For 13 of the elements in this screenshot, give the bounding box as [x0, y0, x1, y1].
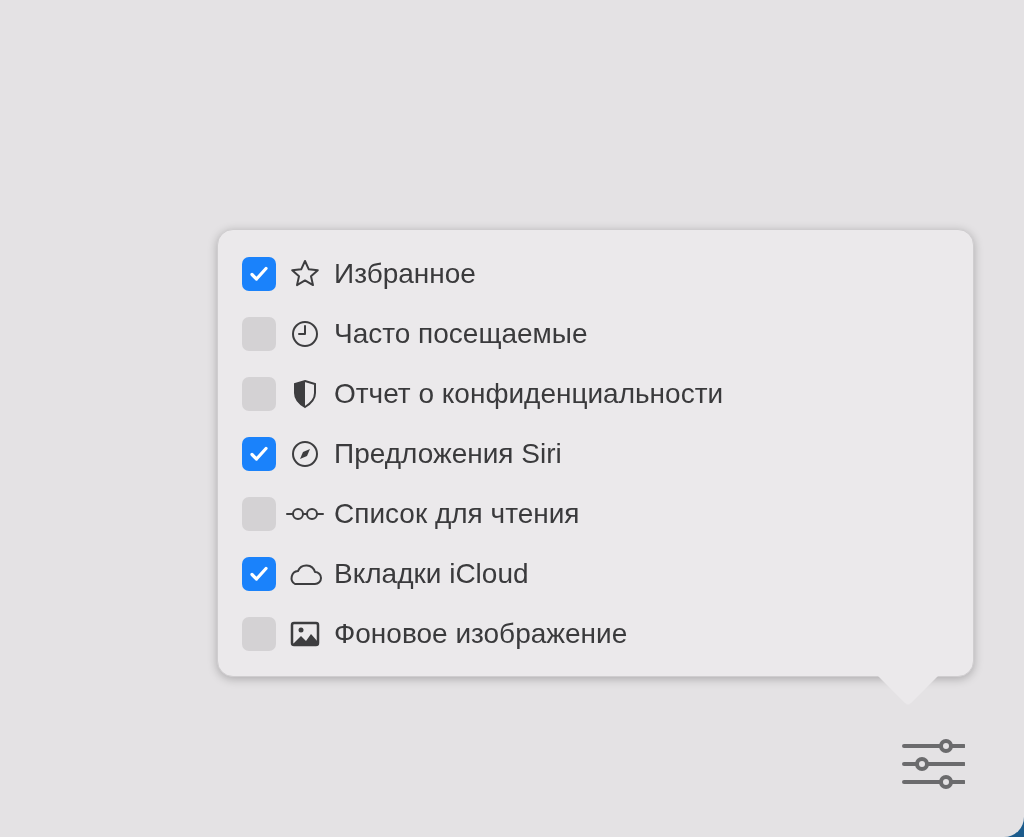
sliders-icon — [901, 739, 965, 789]
item-label[interactable]: Отчет о конфиденциальности — [334, 373, 724, 415]
checkbox[interactable] — [242, 437, 276, 471]
item-label[interactable]: Предложения Siri — [334, 433, 562, 475]
compass-icon — [289, 438, 321, 470]
item-label[interactable]: Избранное — [334, 253, 476, 295]
checkbox[interactable] — [242, 257, 276, 291]
item-label[interactable]: Фоновое изображение — [334, 613, 628, 655]
item-label[interactable]: Список для чтения — [334, 493, 580, 535]
item-label[interactable]: Часто посещаемые — [334, 313, 588, 355]
item-label[interactable]: Вкладки iCloud — [334, 553, 529, 595]
clock-icon — [289, 318, 321, 350]
checkbox[interactable] — [242, 557, 276, 591]
